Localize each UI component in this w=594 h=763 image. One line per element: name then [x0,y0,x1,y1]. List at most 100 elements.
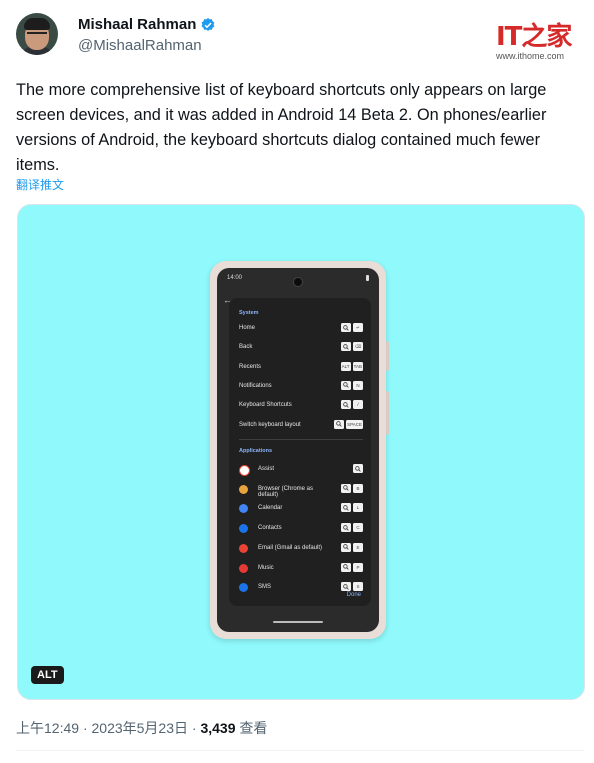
shortcut-row: Keyboard Shortcuts / [239,400,363,412]
search-key-icon [341,562,351,572]
shortcut-keys: SPACE [334,419,363,429]
shortcut-row: Contacts C [239,523,363,535]
shortcut-keys: E [341,542,363,552]
search-key-icon [341,380,351,390]
phone-device: 14:00 ← System Home ↵ Back ⌫ Recents ALT TAB No… [210,261,389,639]
shortcut-label: Switch keyboard layout [239,421,301,428]
shortcut-label: Contacts [258,525,282,532]
shortcut-keys: B [341,483,363,493]
messages-icon [239,583,248,593]
music-icon [239,563,248,573]
shortcut-keys: S [341,582,363,592]
ithome-logo: IT之家 [496,22,572,52]
shortcut-label: Keyboard Shortcuts [239,402,292,409]
tweet-media[interactable]: 14:00 ← System Home ↵ Back ⌫ Recents ALT TAB No… [17,204,585,700]
shortcut-keys: C [341,523,363,533]
search-key-icon [353,464,363,473]
translate-link[interactable]: 翻译推文 [16,176,64,193]
phone-volume-button [386,391,389,435]
verified-badge-icon [202,17,215,31]
shortcut-label: Music [258,564,274,571]
meta-separator: · [82,720,88,736]
shortcut-key: SPACE [346,419,363,429]
shortcut-row: Music P [239,562,363,575]
keyboard-shortcuts-dialog: System Home ↵ Back ⌫ Recents ALT TAB Notificati… [229,298,371,606]
avatar-hair [24,18,50,30]
shortcut-key: S [353,582,363,592]
author-handle[interactable]: @MishaalRahman [78,37,202,54]
shortcut-row: Back ⌫ [239,342,363,354]
shortcut-keys: N [341,380,363,390]
shortcut-keys: ⌫ [341,342,363,352]
shortcut-label: Home [239,325,256,331]
search-key-icon [341,483,351,493]
shortcut-row: Recents ALT TAB [239,361,363,374]
search-key-icon [341,503,351,513]
shortcut-label: Recents [239,363,262,370]
tweet-header: Mishaal Rahman @MishaalRahman IT之家 www.i… [16,13,584,61]
section-title-system: System [239,310,259,316]
shortcut-row: Email (Gmail as default) E [239,542,363,555]
gesture-nav-bar[interactable] [273,621,323,623]
contacts-icon [239,524,248,534]
shortcut-label: Assist [258,466,275,472]
shortcut-row: Assist [239,464,363,476]
shortcut-key: / [353,400,363,410]
shortcut-label: Email (Gmail as default) [258,544,323,551]
shortcut-label: Browser (Chrome as default) [258,485,314,499]
shortcut-keys: / [341,400,363,410]
tweet-meta: 上午12:49 · 2023年5月23日 · 3,439 查看 [16,718,267,738]
status-time: 14:00 [227,275,243,281]
done-button[interactable]: Done [347,592,361,598]
shortcut-row: Notifications N [239,380,363,393]
shortcut-key: B [353,483,363,493]
shortcut-key: C [353,523,363,533]
search-key-icon [341,582,351,592]
tweet-text: The more comprehensive list of keyboard … [16,81,547,174]
shortcut-label: SMS [258,584,272,591]
shortcut-label: Back [239,344,253,351]
section-divider [239,439,363,440]
shortcut-keys: ↵ [341,323,363,332]
shortcut-key: ALT [340,361,351,371]
search-key-icon [341,400,351,410]
tweet-date[interactable]: 2023年5月23日 [92,720,189,736]
shortcut-label: Calendar [258,505,283,512]
search-key-icon [341,323,351,332]
ithome-watermark: IT之家 www.ithome.com [496,16,578,61]
shortcut-row: Calendar L [239,503,363,515]
shortcut-keys: L [341,503,363,513]
tweet-time[interactable]: 上午12:49 [16,720,79,736]
battery-icon [366,275,369,281]
search-key-icon [334,419,345,429]
shortcut-key: ↵ [353,323,363,332]
footer-divider [16,750,584,751]
author-avatar[interactable] [16,13,58,55]
shortcut-label: Notifications [239,382,272,389]
shortcut-key: TAB [352,361,363,371]
calendar-icon [239,504,248,514]
alt-text-badge[interactable]: ALT [31,666,64,684]
shortcut-keys [353,464,363,473]
author-name-text[interactable]: Mishaal Rahman [78,16,196,33]
shortcut-key: N [353,380,363,390]
search-key-icon [341,342,351,352]
camera-cutout [293,277,303,287]
shortcut-row: Switch keyboard layout SPACE [239,419,363,432]
meta-separator: · [191,720,197,736]
phone-power-button [386,341,389,371]
shortcut-keys: P [341,562,363,572]
search-key-icon [341,523,351,533]
avatar-glasses [27,32,47,39]
gmail-icon [239,543,248,553]
views-label: 查看 [239,720,268,736]
shortcut-row: Home ↵ [239,323,363,335]
chrome-icon [239,484,248,494]
shortcut-keys: ALT TAB [340,361,363,371]
shortcut-row: SMS S [239,582,363,594]
author-name[interactable]: Mishaal Rahman [78,16,216,33]
shortcut-key: E [353,542,363,552]
views-count[interactable]: 3,439 [200,720,235,736]
google-icon [239,465,250,476]
search-key-icon [341,542,351,552]
